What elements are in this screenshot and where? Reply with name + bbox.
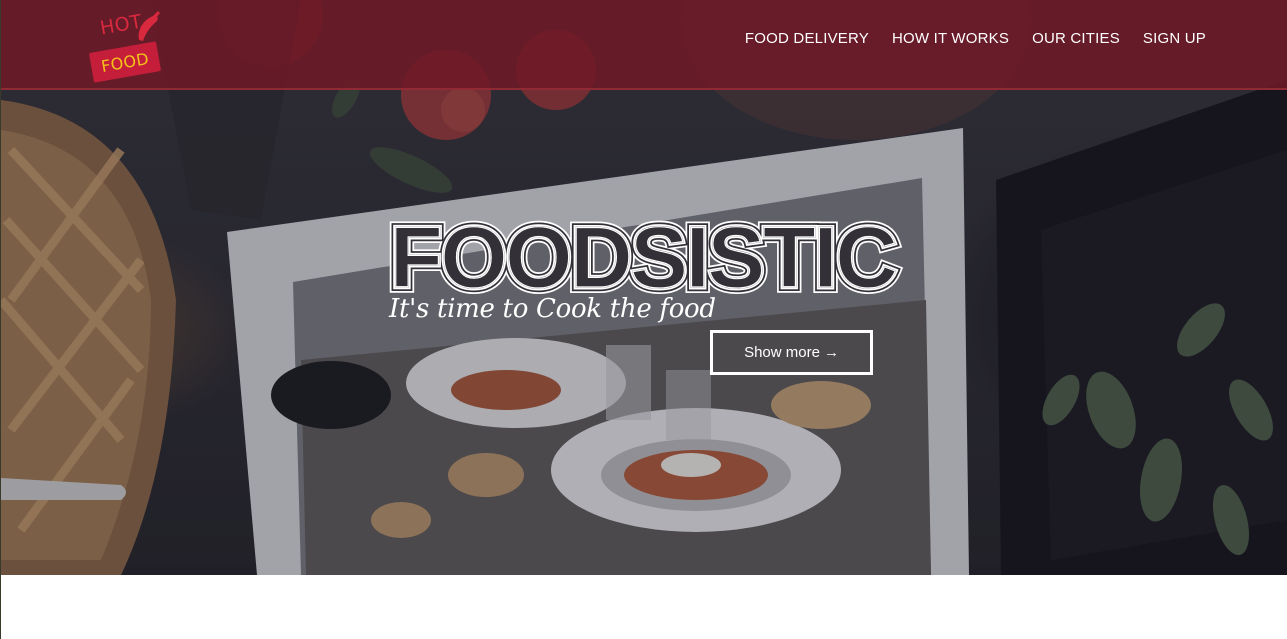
content-section: [1, 575, 1287, 639]
logo-food-text: FOOD: [99, 48, 151, 76]
nav-how-it-works[interactable]: HOW IT WORKS: [892, 30, 1009, 47]
arrow-right-icon: →: [823, 344, 839, 361]
show-more-button[interactable]: Show more →: [710, 330, 873, 375]
nav-food-delivery[interactable]: FOOD DELIVERY: [745, 30, 869, 47]
svg-text:FOODSISTIC: FOODSISTIC: [390, 210, 896, 300]
hero-title: FOODSISTIC FOODSISTIC FOODSISTIC FOODSIS…: [388, 210, 904, 300]
logo-food-tag: FOOD: [88, 41, 162, 83]
show-more-label: Show more: [744, 344, 820, 361]
chili-pepper-icon: [138, 11, 160, 41]
nav-our-cities[interactable]: OUR CITIES: [1032, 30, 1120, 47]
hot-food-logo[interactable]: HOT FOOD: [87, 10, 167, 84]
main-nav: FOOD DELIVERY HOW IT WORKS OUR CITIES SI…: [745, 30, 1206, 47]
hero-section: FOODSISTIC FOODSISTIC FOODSISTIC FOODSIS…: [1, 0, 1287, 575]
hero-tagline: It's time to Cook the food: [389, 294, 716, 324]
page-left-border: [0, 0, 1, 639]
site-header: HOT FOOD FOOD DELIVERY HOW IT WORKS OUR …: [1, 0, 1287, 90]
nav-sign-up[interactable]: SIGN UP: [1143, 30, 1206, 47]
